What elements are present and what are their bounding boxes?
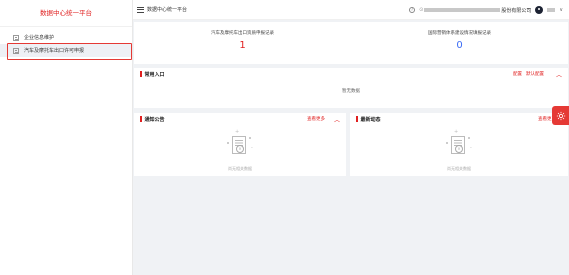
username-redacted[interactable] — [547, 8, 556, 12]
empty-search-icon: + - × — [439, 129, 479, 165]
decor-plus: + — [454, 129, 459, 135]
sidebar-item-export-license[interactable]: 汽车及摩托车出口许可申报 — [0, 43, 132, 60]
chevron-up-icon[interactable]: ︿ — [556, 70, 562, 79]
empty-search-icon: + - × — [220, 129, 260, 165]
chevron-down-icon[interactable]: ∨ — [559, 7, 563, 13]
list-icon — [13, 34, 19, 41]
panel-title: 通知公告 — [144, 116, 165, 123]
empty-text: 暂无数据 — [342, 89, 360, 94]
news-panel: 最新动态 查看更多 + - × 尚无相关数据 — [350, 113, 568, 176]
stat-value: 0 — [456, 40, 463, 51]
panel-title: 常用入口 — [144, 71, 165, 78]
company-name: ⊙ 股份有限公司 — [419, 7, 531, 14]
config-link[interactable]: 配置 — [513, 71, 522, 77]
panel-actions: 查看更多 ︿ — [307, 115, 340, 124]
stat-marketing-system[interactable]: 国际营销体系建设情况填报记录 0 — [351, 22, 568, 64]
decor-dash: - — [251, 145, 253, 151]
sidebar-item-label: 汽车及摩托车出口许可申报 — [24, 48, 85, 54]
gear-icon — [556, 111, 565, 120]
decor-dot — [249, 137, 251, 139]
title-accent-bar — [356, 116, 358, 122]
empty-text: 尚无相关数据 — [228, 166, 252, 171]
stat-value: 1 — [239, 40, 246, 51]
notice-panel: 通知公告 查看更多 ︿ + - × 尚无相关数据 — [134, 113, 346, 176]
header-right: ? ⊙ 股份有限公司 ∨ — [409, 0, 563, 20]
company-suffix: 股份有限公司 — [501, 7, 532, 14]
decor-dot — [468, 137, 470, 139]
sidebar: 数据中心统一平台 企业信息维护 汽车及摩托车出口许可申报 — [0, 0, 133, 275]
list-icon — [13, 47, 19, 54]
view-more-link[interactable]: 查看更多 — [307, 116, 325, 122]
panel-title: 最新动态 — [360, 116, 381, 123]
magnifier-icon: × — [455, 145, 463, 153]
panel-header: 通知公告 查看更多 ︿ — [134, 113, 346, 125]
company-prefix-icon: ⊙ — [419, 7, 424, 13]
stat-label: 汽车及摩托车出口资质申报记录 — [211, 31, 274, 36]
top-header: 数据中心统一平台 ? ⊙ 股份有限公司 ∨ — [133, 0, 569, 20]
stats-card: 汽车及摩托车出口资质申报记录 1 国际营销体系建设情况填报记录 0 — [134, 22, 568, 64]
chevron-up-icon[interactable]: ︿ — [334, 115, 340, 124]
company-name-redacted — [424, 8, 501, 12]
decor-dash: - — [470, 145, 472, 151]
decor-dot — [446, 142, 448, 144]
magnifier-icon: × — [236, 145, 244, 153]
menu-icon[interactable] — [137, 6, 144, 13]
help-icon[interactable]: ? — [409, 7, 416, 13]
panel-actions: 配置 默认配置 ︿ — [513, 70, 562, 79]
decor-dot — [227, 142, 229, 144]
panel-header: 常用入口 配置 默认配置 ︿ — [134, 68, 568, 80]
quick-entry-panel: 常用入口 配置 默认配置 ︿ 暂无数据 — [134, 68, 568, 108]
title-accent-bar — [140, 71, 142, 77]
settings-float-button[interactable] — [552, 106, 569, 125]
empty-text: 尚无相关数据 — [447, 166, 471, 171]
sidebar-item-label: 企业信息维护 — [24, 35, 55, 41]
stat-export-qualification[interactable]: 汽车及摩托车出口资质申报记录 1 — [134, 22, 351, 64]
sidebar-brand: 数据中心统一平台 — [0, 0, 132, 27]
stat-label: 国际营销体系建设情况填报记录 — [428, 31, 491, 36]
header-title: 数据中心统一平台 — [147, 7, 188, 13]
panel-header: 最新动态 查看更多 — [350, 113, 568, 125]
default-config-link[interactable]: 默认配置 — [526, 71, 544, 77]
decor-plus: + — [235, 129, 240, 135]
title-accent-bar — [140, 116, 142, 122]
avatar-icon[interactable] — [535, 6, 544, 14]
